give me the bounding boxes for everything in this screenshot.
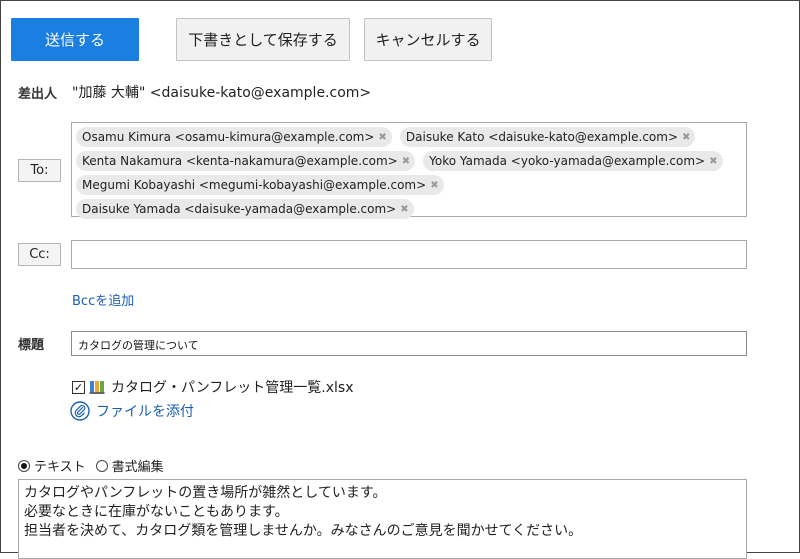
save-draft-button[interactable]: 下書きとして保存する — [176, 18, 350, 61]
remove-recipient-icon[interactable]: ✖ — [709, 156, 717, 167]
attachment-filename[interactable]: カタログ・パンフレット管理一覧.xlsx — [111, 377, 353, 397]
recipient-chip: Yoko Yamada <yoko-yamada@example.com> ✖ — [423, 151, 723, 171]
recipient-chip-label: Yoko Yamada <yoko-yamada@example.com> — [429, 154, 706, 168]
recipient-chip: Osamu Kimura <osamu-kimura@example.com> … — [76, 127, 392, 147]
recipient-chip: Megumi Kobayashi <megumi-kobayashi@examp… — [76, 175, 444, 195]
text-format-radio[interactable] — [18, 459, 30, 472]
text-format-label[interactable]: テキスト — [34, 456, 86, 475]
rich-format-label[interactable]: 書式編集 — [112, 456, 164, 475]
body-line: 必要なときに在庫がないこともあります。 — [24, 504, 289, 520]
paperclip-icon — [70, 401, 90, 421]
format-selector: テキスト 書式編集 — [18, 456, 174, 475]
cc-button[interactable]: Cc: — [18, 243, 61, 266]
remove-recipient-icon[interactable]: ✖ — [378, 132, 386, 143]
attach-file-link[interactable]: ファイルを添付 — [70, 401, 194, 421]
add-bcc-link[interactable]: Bccを追加 — [72, 290, 134, 309]
cc-input[interactable] — [71, 240, 747, 269]
sender-value: "加藤 大輔" <daisuke-kato@example.com> — [72, 85, 372, 101]
recipient-chip-label: Daisuke Kato <daisuke-kato@example.com> — [405, 130, 679, 144]
remove-recipient-icon[interactable]: ✖ — [402, 156, 410, 167]
attachment-checkbox[interactable]: ✓ — [72, 380, 85, 394]
attach-file-label: ファイルを添付 — [96, 404, 194, 420]
attachment-item: ✓ カタログ・パンフレット管理一覧.xlsx — [72, 377, 353, 397]
sender-label: 差出人 — [18, 87, 58, 102]
recipient-chip-label: Daisuke Yamada <daisuke-yamada@example.c… — [82, 202, 397, 216]
to-recipients-field[interactable]: Osamu Kimura <osamu-kimura@example.com> … — [71, 122, 747, 219]
recipient-chip-label: Kenta Nakamura <kenta-nakamura@example.c… — [82, 154, 398, 168]
spreadsheet-file-icon — [89, 381, 105, 394]
recipient-chip: Daisuke Kato <daisuke-kato@example.com> … — [399, 127, 696, 147]
remove-recipient-icon[interactable]: ✖ — [430, 180, 438, 191]
recipient-chip: Kenta Nakamura <kenta-nakamura@example.c… — [76, 151, 416, 171]
subject-label: 標題 — [18, 338, 45, 353]
rich-format-radio[interactable] — [95, 459, 108, 472]
body-line: カタログやパンフレットの置き場所が雑然としています。 — [24, 485, 387, 501]
message-body[interactable]: カタログやパンフレットの置き場所が雑然としています。 必要なときに在庫がないこと… — [18, 479, 747, 559]
send-button[interactable]: 送信する — [11, 18, 139, 61]
recipient-chip: Daisuke Yamada <daisuke-yamada@example.c… — [76, 199, 414, 219]
recipient-chip-label: Megumi Kobayashi <megumi-kobayashi@examp… — [82, 178, 427, 192]
remove-recipient-icon[interactable]: ✖ — [682, 132, 690, 143]
cancel-button[interactable]: キャンセルする — [364, 18, 492, 61]
to-button[interactable]: To: — [18, 159, 61, 182]
recipient-chip-label: Osamu Kimura <osamu-kimura@example.com> — [82, 130, 375, 144]
remove-recipient-icon[interactable]: ✖ — [400, 204, 408, 215]
subject-input[interactable]: カタログの管理について — [71, 331, 747, 356]
body-line: 担当者を決めて、カタログ類を管理しませんか。みなさんのご意見を聞かせてください。 — [24, 523, 583, 539]
